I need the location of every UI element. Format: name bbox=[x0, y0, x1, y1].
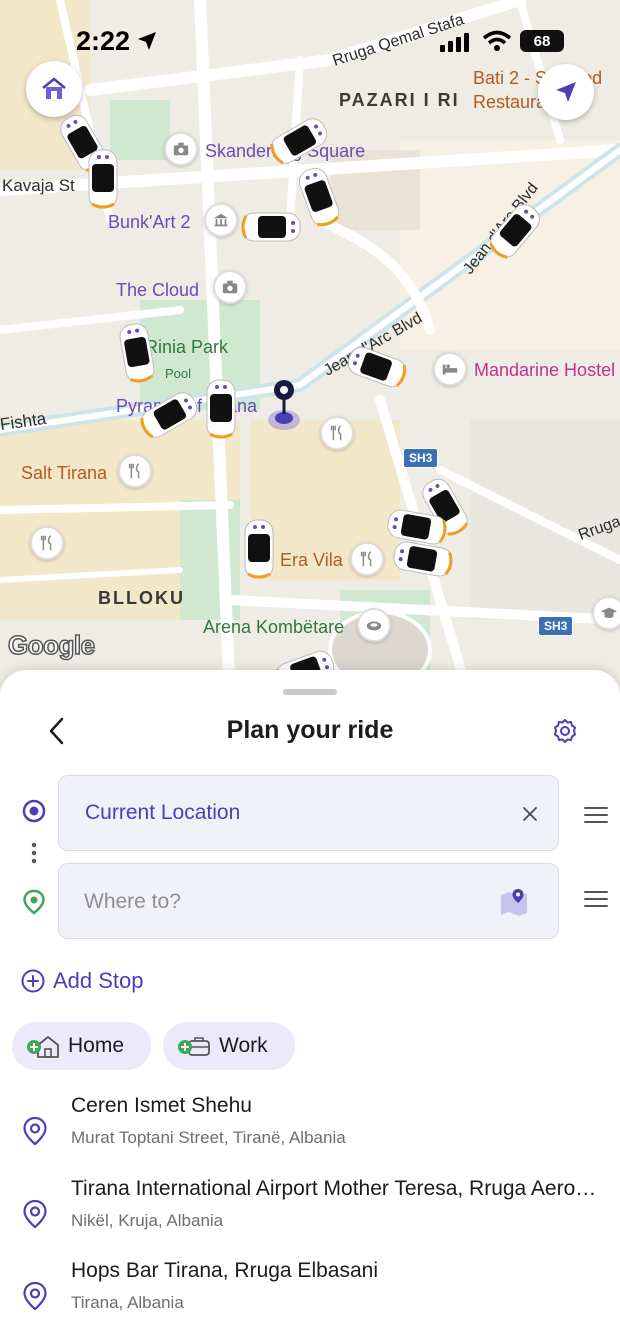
pickup-field[interactable]: Current Location bbox=[58, 775, 559, 851]
restaurant-icon[interactable] bbox=[118, 454, 152, 488]
camera-icon[interactable] bbox=[213, 270, 247, 304]
camera-icon[interactable] bbox=[164, 132, 198, 166]
home-shortcut-chip[interactable]: Home bbox=[12, 1022, 151, 1070]
school-icon[interactable] bbox=[592, 596, 620, 630]
restaurant-icon[interactable] bbox=[320, 416, 354, 450]
highway-shield: SH3 bbox=[403, 448, 439, 468]
navigation-arrow-icon bbox=[556, 82, 576, 102]
status-time: 2:22 bbox=[76, 26, 131, 56]
clear-pickup-button[interactable] bbox=[516, 800, 544, 828]
recent-place-address: Nikël, Kruja, Albania bbox=[71, 1211, 224, 1230]
origin-dot-icon bbox=[22, 799, 46, 823]
poi-label[interactable]: Salt Tirana bbox=[21, 463, 107, 484]
taxi-car-icon bbox=[244, 519, 274, 579]
location-pin-icon bbox=[23, 1281, 47, 1311]
taxi-car-icon bbox=[88, 149, 118, 209]
location-pin-icon bbox=[23, 1116, 47, 1146]
location-pin-icon bbox=[23, 1199, 47, 1229]
recent-place-name: Tirana International Airport Mother Tere… bbox=[71, 1177, 603, 1200]
add-stop-button[interactable]: Add Stop bbox=[21, 968, 144, 994]
plan-ride-sheet: Plan your ride Current Location Add Stop… bbox=[0, 670, 620, 1343]
destination-pin-icon bbox=[23, 889, 45, 915]
recent-place-item[interactable]: Hops Bar Tirana, Rruga Elbasani Tirana, … bbox=[0, 1259, 620, 1339]
status-bar: 2:22 68 bbox=[0, 0, 620, 80]
district-label: BLLOKU bbox=[98, 588, 185, 608]
sheet-drag-handle[interactable] bbox=[283, 689, 337, 695]
location-services-icon bbox=[138, 32, 156, 50]
recent-place-item[interactable]: Tirana International Airport Mother Tere… bbox=[0, 1177, 620, 1257]
poi-label[interactable]: Arena Kombëtare bbox=[203, 617, 344, 638]
home-plus-icon bbox=[27, 1036, 59, 1058]
route-connector-icon bbox=[31, 842, 37, 864]
stadium-icon[interactable] bbox=[357, 608, 391, 642]
district-label: PAZARI I RI bbox=[339, 90, 460, 110]
restaurant-icon[interactable] bbox=[350, 542, 384, 576]
choose-on-map-icon[interactable] bbox=[498, 886, 530, 918]
recent-place-name: Hops Bar Tirana, Rruga Elbasani bbox=[71, 1259, 378, 1282]
street-label: Kavaja St bbox=[2, 176, 75, 195]
home-shortcut-label: Home bbox=[68, 1034, 125, 1057]
user-location-icon bbox=[268, 380, 300, 430]
gear-icon bbox=[554, 719, 576, 743]
settings-button[interactable] bbox=[548, 714, 582, 748]
recent-place-address: Tirana, Albania bbox=[71, 1293, 184, 1312]
recent-place-name: Ceren Ismet Shehu bbox=[71, 1094, 252, 1117]
add-stop-label: Add Stop bbox=[53, 968, 144, 993]
page-title: Plan your ride bbox=[226, 716, 394, 744]
map-view[interactable]: Rruga Qemal Stafa Kavaja St Jean d'Arc B… bbox=[0, 0, 620, 700]
poi-label[interactable]: Pool bbox=[165, 366, 191, 381]
taxi-car-icon bbox=[206, 379, 236, 439]
museum-icon[interactable] bbox=[204, 203, 238, 237]
work-shortcut-chip[interactable]: Work bbox=[163, 1022, 295, 1070]
taxi-car-icon bbox=[241, 212, 301, 242]
cellular-signal-icon bbox=[440, 33, 469, 52]
bed-icon[interactable] bbox=[433, 352, 467, 386]
plus-circle-icon bbox=[21, 969, 45, 993]
poi-label[interactable]: Mandarine Hostel bbox=[474, 360, 615, 381]
highway-shield: SH3 bbox=[538, 616, 574, 636]
google-attribution[interactable]: Google bbox=[7, 629, 96, 661]
reorder-handle-icon[interactable] bbox=[584, 889, 608, 909]
briefcase-plus-icon bbox=[178, 1037, 210, 1056]
poi-label[interactable]: The Cloud bbox=[116, 280, 199, 301]
poi-label[interactable]: Rinia Park bbox=[145, 337, 228, 358]
reorder-handle-icon[interactable] bbox=[584, 805, 608, 825]
poi-label[interactable]: Bunk'Art 2 bbox=[108, 212, 190, 233]
recent-place-item[interactable]: Ceren Ismet Shehu Murat Toptani Street, … bbox=[0, 1094, 620, 1174]
home-icon bbox=[42, 77, 66, 99]
work-shortcut-label: Work bbox=[219, 1034, 268, 1057]
battery-indicator: 68 bbox=[520, 30, 564, 52]
wifi-icon bbox=[482, 30, 512, 51]
close-icon bbox=[523, 807, 537, 821]
pickup-value: Current Location bbox=[85, 801, 241, 824]
destination-field[interactable] bbox=[58, 863, 559, 939]
poi-label[interactable]: Era Vila bbox=[280, 550, 343, 571]
destination-input[interactable] bbox=[84, 884, 484, 920]
restaurant-icon[interactable] bbox=[30, 526, 64, 560]
recent-place-address: Murat Toptani Street, Tiranë, Albania bbox=[71, 1128, 346, 1147]
